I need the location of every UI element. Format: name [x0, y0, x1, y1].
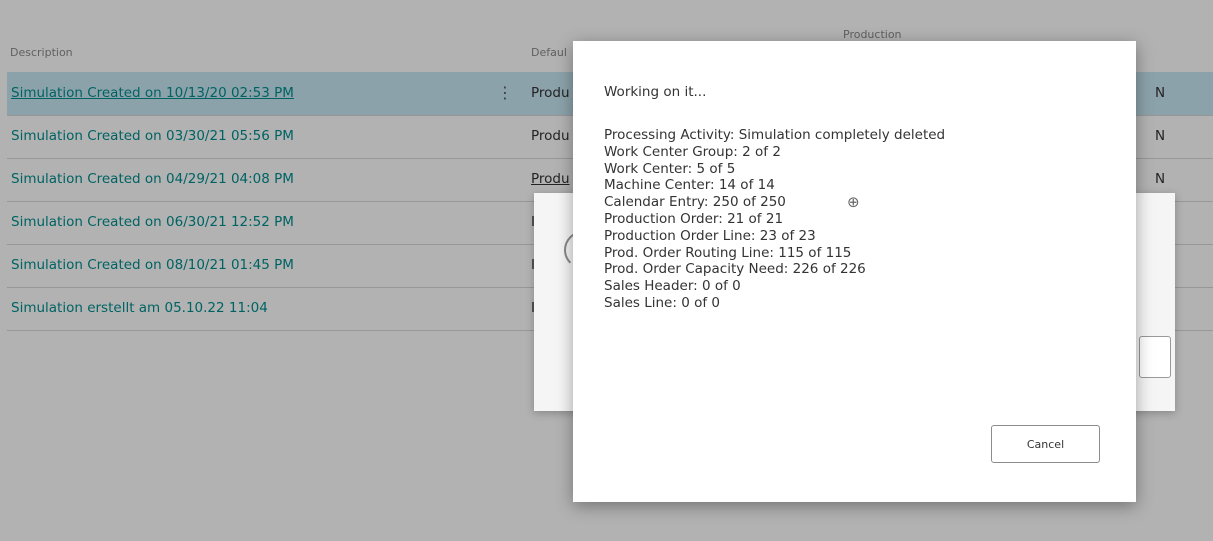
progress-line: Work Center Group: 2 of 2 [604, 143, 781, 160]
dialog-title: Working on it... [604, 84, 707, 100]
progress-line: Production Order Line: 23 of 23 [604, 227, 816, 244]
progress-line: Production Order: 21 of 21 [604, 210, 784, 227]
progress-line: Prod. Order Capacity Need: 226 of 226 [604, 261, 866, 278]
progress-details: Processing Activity: Simulation complete… [604, 127, 945, 312]
progress-line: Prod. Order Routing Line: 115 of 115 [604, 244, 852, 261]
progress-line: Processing Activity: Simulation complete… [604, 127, 946, 143]
move-cursor-icon: ⊕ [847, 193, 860, 211]
cancel-button[interactable]: Cancel [991, 425, 1100, 463]
progress-line: Sales Line: 0 of 0 [604, 294, 720, 311]
progress-line: Work Center: 5 of 5 [604, 160, 736, 177]
progress-line: Machine Center: 14 of 14 [604, 177, 775, 194]
progress-dialog: Working on it... Processing Activity: Si… [573, 41, 1136, 502]
background-dialog-button [1139, 336, 1171, 378]
progress-line: Calendar Entry: 250 of 250 [604, 194, 786, 211]
progress-line: Sales Header: 0 of 0 [604, 278, 741, 295]
